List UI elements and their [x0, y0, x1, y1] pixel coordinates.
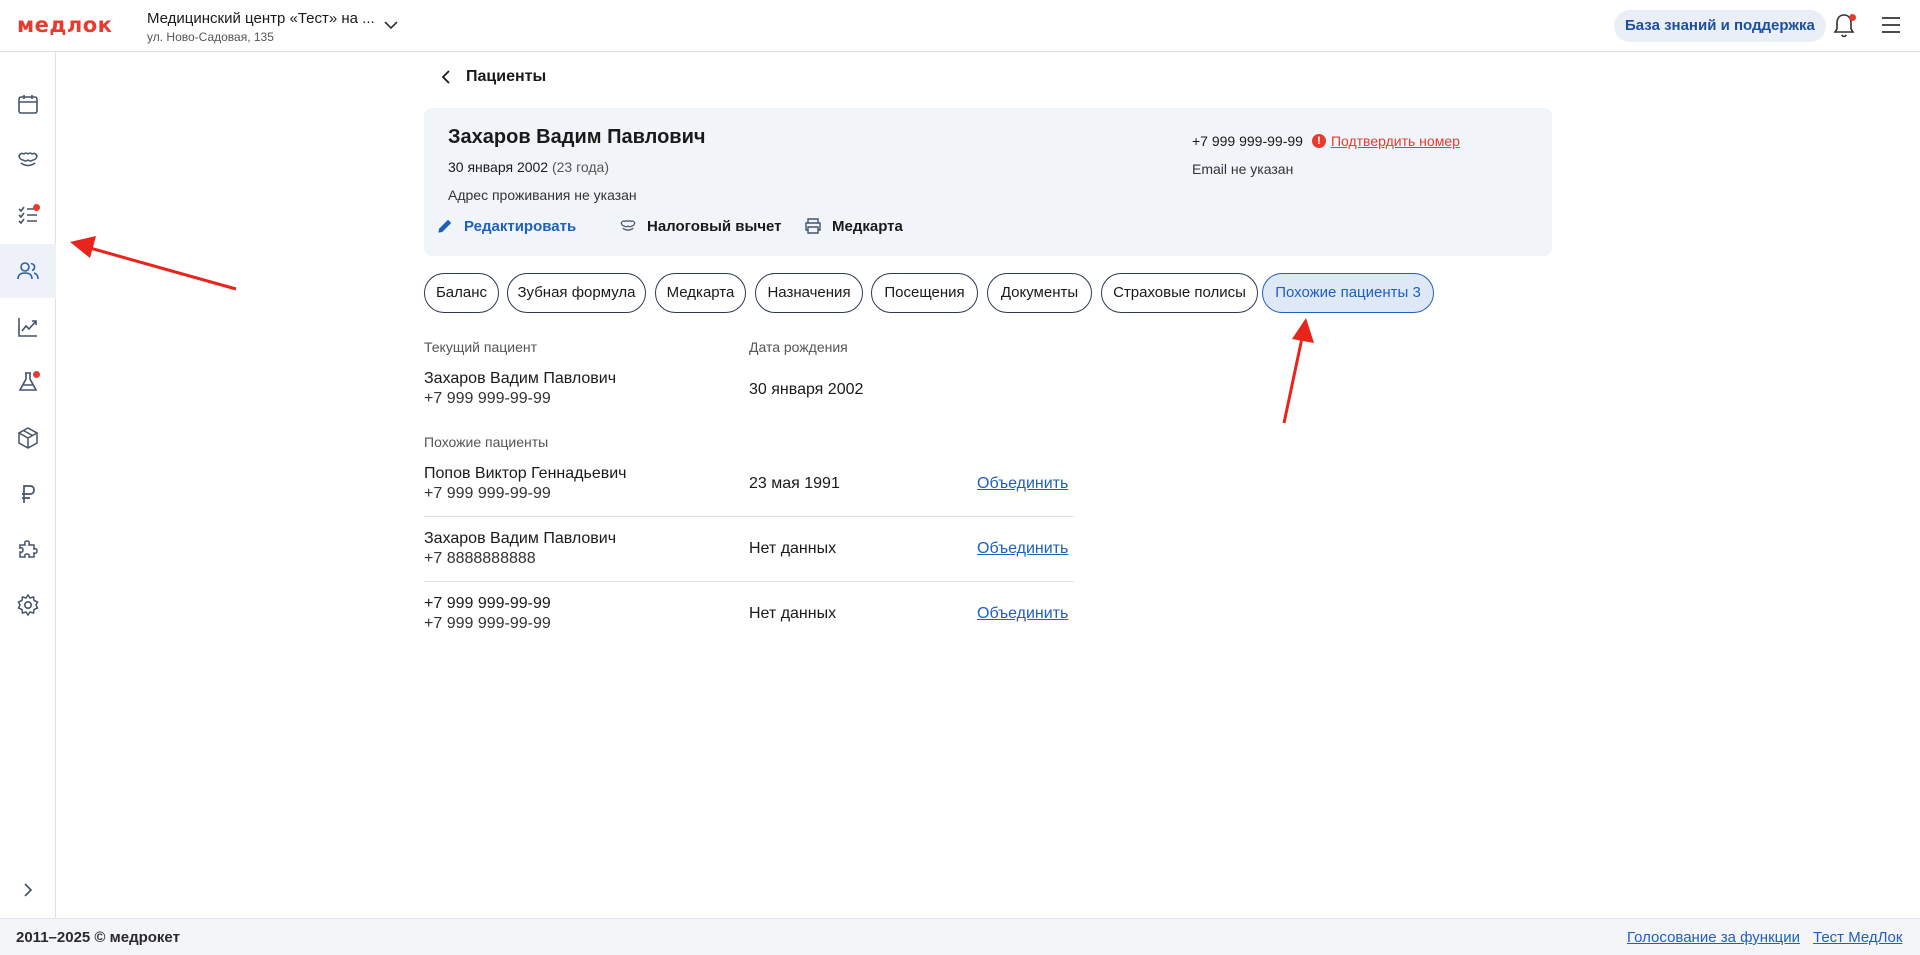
- sidebar-expand-icon[interactable]: [18, 880, 38, 900]
- tooth-icon: [620, 220, 636, 231]
- patient-email: Email не указан: [1192, 161, 1294, 177]
- tab-insurance[interactable]: Страховые полисы: [1101, 273, 1258, 313]
- edit-button[interactable]: Редактировать: [436, 217, 576, 235]
- sidebar-item-patients[interactable]: [0, 244, 56, 298]
- sidebar: [0, 52, 56, 918]
- similar-dob: Нет данных: [749, 605, 837, 622]
- tab-balance[interactable]: Баланс: [424, 273, 499, 313]
- arrow-to-patients: [70, 236, 237, 291]
- warning-icon: !: [1311, 134, 1326, 148]
- lab-badge: [33, 371, 40, 378]
- notification-dot: [1849, 14, 1856, 21]
- similar-name: +7 999 999-99-99: [424, 595, 551, 612]
- chevron-left-icon: [441, 70, 450, 84]
- similar-name: Попов Виктор Геннадьевич: [424, 465, 627, 482]
- patient-card: Захаров Вадим Павлович 30 января 2002 (2…: [424, 108, 1552, 256]
- footer-copyright: 2011–2025 © медрокет: [16, 929, 180, 946]
- similar-phone: +7 999 999-99-99: [424, 615, 551, 632]
- tab-similar-patients[interactable]: Похожие пациенты 3: [1262, 273, 1434, 313]
- current-patient-phone: +7 999 999-99-99: [424, 390, 551, 407]
- sidebar-item-lab[interactable]: [0, 355, 56, 409]
- patient-dob: 30 января 2002 (23 года): [448, 159, 609, 175]
- chevron-down-icon[interactable]: [383, 17, 399, 33]
- current-patient-name: Захаров Вадим Павлович: [424, 370, 617, 387]
- sidebar-item-tasks[interactable]: [0, 188, 56, 242]
- dob-column-label: Дата рождения: [749, 339, 848, 355]
- patient-dob-value: 30 января 2002: [448, 159, 549, 175]
- similar-dob: 23 мая 1991: [749, 475, 840, 492]
- tooth-icon: [18, 152, 38, 167]
- clinic-selector[interactable]: Медицинский центр «Тест» на ... ул. Ново…: [147, 10, 375, 44]
- tasks-badge: [33, 204, 40, 211]
- footer: 2011–2025 © медрокет Голосование за функ…: [0, 918, 1920, 955]
- merge-link[interactable]: Объединить: [977, 605, 1068, 623]
- patients-icon: [17, 262, 39, 280]
- hamburger-menu-icon[interactable]: [1881, 16, 1901, 34]
- sidebar-item-finance[interactable]: [0, 467, 56, 521]
- patient-age: (23 года): [551, 159, 610, 175]
- analytics-icon: [18, 318, 37, 337]
- pencil-icon: [438, 219, 452, 233]
- medlok-logo[interactable]: медлок: [17, 13, 112, 37]
- similar-phone: +7 999 999-99-99: [424, 485, 551, 502]
- tab-medcard[interactable]: Медкарта: [655, 273, 746, 313]
- puzzle-icon: [19, 540, 38, 558]
- tax-deduction-button[interactable]: Налоговый вычет: [619, 217, 782, 235]
- medcard-print-button[interactable]: Медкарта: [804, 217, 903, 235]
- patient-address: Адрес проживания не указан: [448, 187, 637, 203]
- vote-features-link[interactable]: Голосование за функции: [1627, 929, 1800, 946]
- clinic-address: ул. Ново-Садовая, 135: [147, 30, 274, 44]
- sidebar-item-settings[interactable]: [0, 578, 56, 632]
- patient-name: Захаров Вадим Павлович: [448, 126, 706, 148]
- sidebar-item-analytics[interactable]: [0, 300, 56, 354]
- test-medlok-link[interactable]: Тест МедЛок: [1813, 929, 1902, 946]
- top-header: медлок Медицинский центр «Тест» на ... у…: [0, 0, 1920, 52]
- similar-patients-label: Похожие пациенты: [424, 434, 549, 450]
- knowledge-base-button[interactable]: База знаний и поддержка: [1614, 10, 1826, 42]
- sidebar-item-integrations[interactable]: [0, 522, 56, 576]
- current-patient-dob: 30 января 2002: [749, 381, 864, 398]
- tab-dental-formula[interactable]: Зубная формула: [507, 273, 646, 313]
- merge-link[interactable]: Объединить: [977, 475, 1068, 493]
- row-divider: [424, 516, 1074, 517]
- ruble-icon: [22, 485, 35, 503]
- calendar-icon: [18, 95, 38, 114]
- current-patient-label: Текущий пациент: [424, 339, 538, 355]
- back-to-patients[interactable]: Пациенты: [440, 68, 546, 86]
- tab-visits[interactable]: Посещения: [871, 273, 978, 313]
- similar-dob: Нет данных: [749, 540, 837, 557]
- similar-phone: +7 8888888888: [424, 550, 536, 567]
- settings-icon: [17, 593, 39, 617]
- merge-link[interactable]: Объединить: [977, 540, 1068, 558]
- similar-name: Захаров Вадим Павлович: [424, 530, 617, 547]
- printer-icon: [805, 218, 821, 234]
- edit-label: Редактировать: [464, 217, 577, 235]
- tab-documents[interactable]: Документы: [987, 273, 1092, 313]
- tab-appointments[interactable]: Назначения: [755, 273, 863, 313]
- arrow-to-similar-tab: [1282, 318, 1314, 424]
- page-title: Пациенты: [466, 68, 547, 85]
- sidebar-item-schedule[interactable]: [0, 77, 56, 131]
- medcard-label: Медкарта: [832, 217, 903, 235]
- confirm-phone-link[interactable]: Подтвердить номер: [1331, 133, 1460, 149]
- sidebar-item-warehouse[interactable]: [0, 411, 56, 465]
- patient-phone-row: +7 999 999-99-99 ! Подтвердить номер: [1192, 133, 1460, 149]
- tax-deduction-label: Налоговый вычет: [647, 217, 782, 235]
- row-divider: [424, 581, 1074, 582]
- box-icon: [18, 427, 38, 449]
- clinic-name: Медицинский центр «Тест» на ...: [147, 10, 375, 27]
- patient-phone: +7 999 999-99-99: [1192, 133, 1303, 149]
- sidebar-item-dental[interactable]: [0, 133, 56, 187]
